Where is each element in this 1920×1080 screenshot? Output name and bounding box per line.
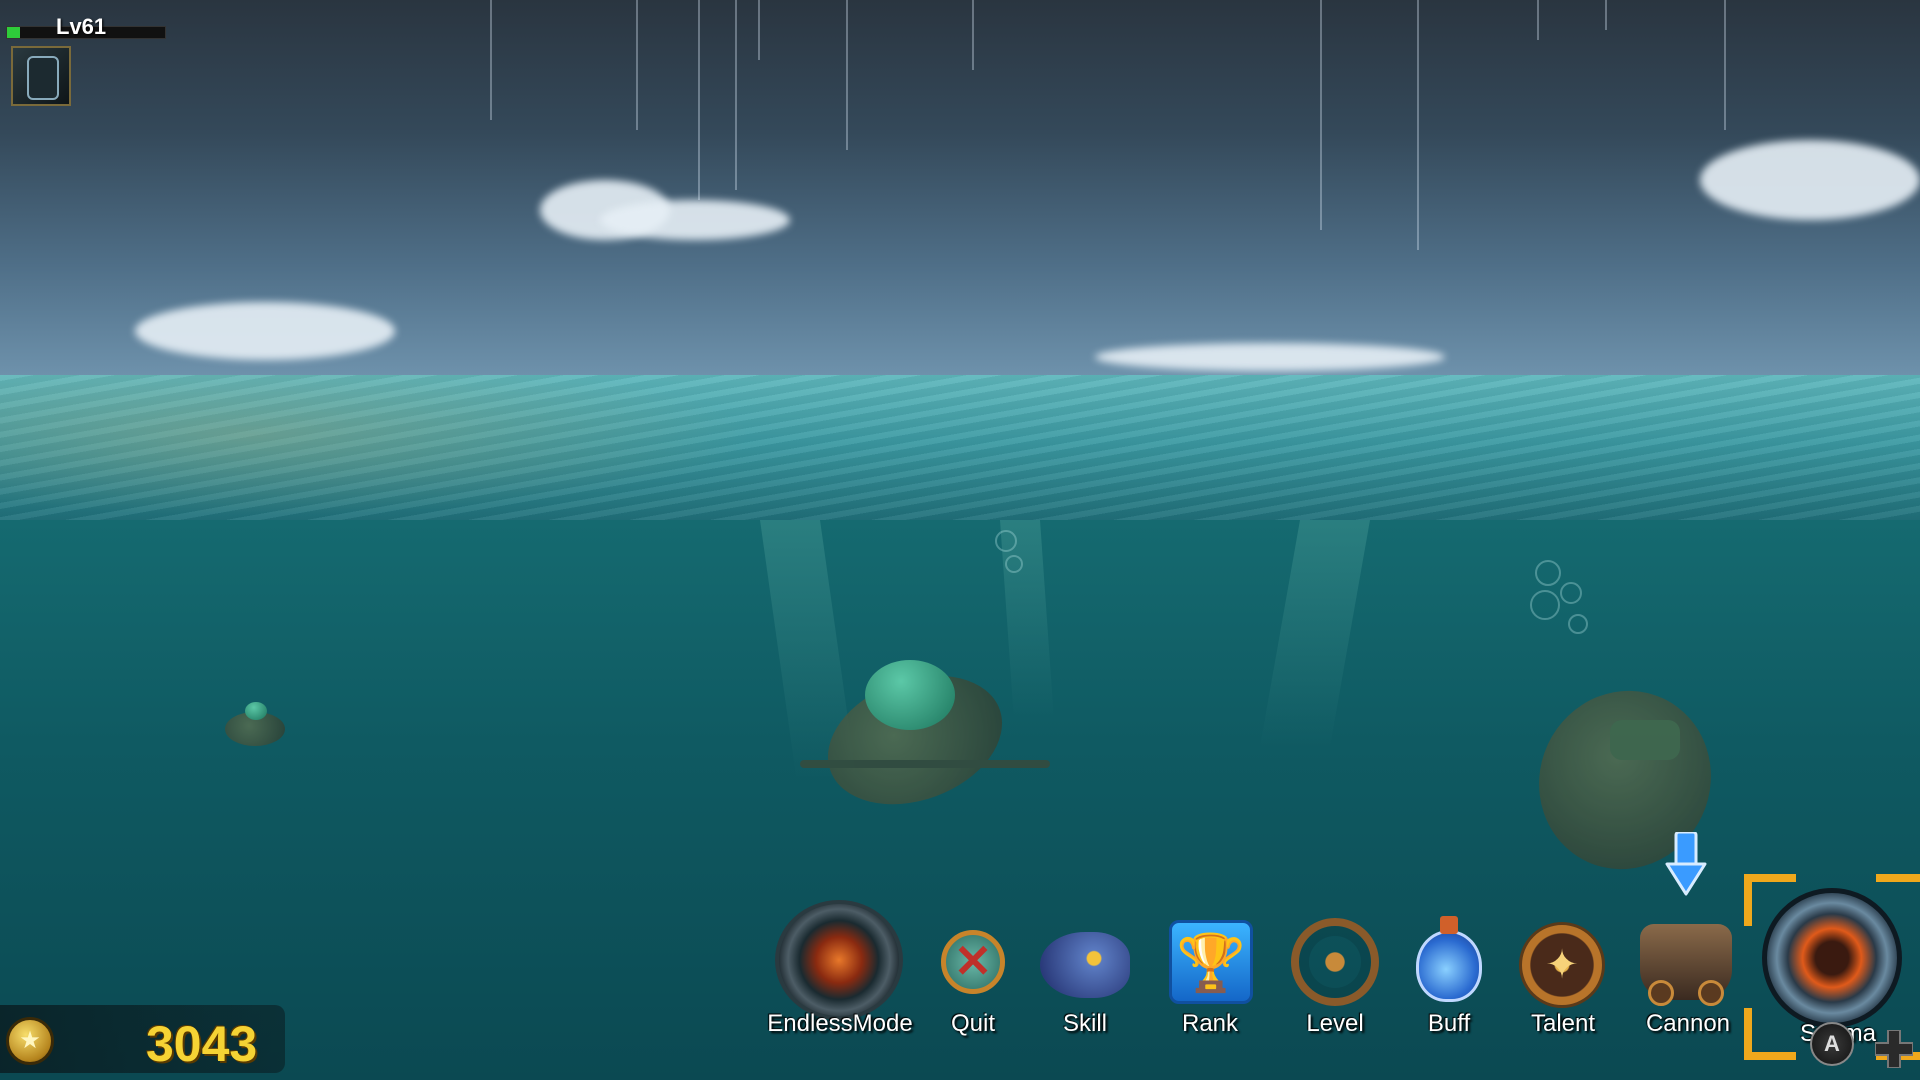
rain-streak [758, 0, 760, 60]
cloud [600, 200, 790, 240]
rain-streak [735, 0, 737, 190]
menu-label: Buff [1428, 1010, 1470, 1038]
menu-label: Rank [1182, 1010, 1238, 1038]
focus-corner-bl [1744, 1008, 1796, 1060]
rain-streak [846, 0, 848, 150]
compass-icon: ✦ [1519, 922, 1605, 1008]
bubble [1005, 555, 1023, 573]
avatar[interactable] [11, 46, 71, 106]
rain-streak [1417, 0, 1419, 250]
crown-coin-icon: ★ [6, 1017, 54, 1065]
menu-label: EndlessMode [767, 1010, 912, 1038]
cannon-wheel [1698, 980, 1724, 1006]
menu-label: Skill [1063, 1010, 1107, 1038]
rain-streak [1724, 0, 1726, 130]
bubble [1535, 560, 1561, 586]
bubble [1568, 614, 1588, 634]
menu-label: Talent [1531, 1010, 1595, 1038]
player-submarine [805, 655, 1055, 805]
rain-streak [698, 0, 700, 200]
cloud [1095, 343, 1445, 371]
bubble [1560, 582, 1582, 604]
rain-streak [1605, 0, 1607, 30]
potion-cork [1440, 916, 1458, 934]
game-scene [0, 0, 1920, 1080]
focus-corner-tl [1744, 874, 1796, 926]
dpad-icon [1875, 1030, 1913, 1068]
ship-wheel-icon [1291, 918, 1379, 1006]
rain-streak [1537, 0, 1539, 40]
rain-streak [972, 0, 974, 70]
card-portrait-icon [27, 56, 59, 100]
coin-panel: ★ 3043 [0, 1005, 285, 1073]
level-progress-fill [7, 27, 20, 38]
bubble [1530, 590, 1560, 620]
small-submarine [215, 700, 295, 750]
bubble [995, 530, 1017, 552]
a-button-badge[interactable]: A [1810, 1022, 1854, 1066]
coin-count: 3043 [146, 1015, 257, 1073]
arrow-down-icon [1665, 832, 1707, 898]
menu-label: Quit [951, 1010, 995, 1038]
cannon-wheel [1648, 980, 1674, 1006]
close-x-icon: ✕ [941, 930, 1005, 994]
menu-label: Cannon [1646, 1010, 1730, 1038]
water-surface [0, 375, 1920, 525]
trophy-icon: 🏆 [1169, 920, 1253, 1004]
potion-icon [1416, 930, 1482, 1002]
rain-streak [490, 0, 492, 120]
cloud [1700, 140, 1920, 220]
focus-corner-tr [1876, 874, 1920, 926]
porthole-icon [775, 900, 903, 1020]
cloud [135, 302, 395, 360]
rain-streak [1320, 0, 1322, 230]
menu-label: Level [1306, 1010, 1363, 1038]
fish-icon [1040, 932, 1130, 998]
level-label: Lv61 [56, 14, 106, 40]
rain-streak [636, 0, 638, 130]
